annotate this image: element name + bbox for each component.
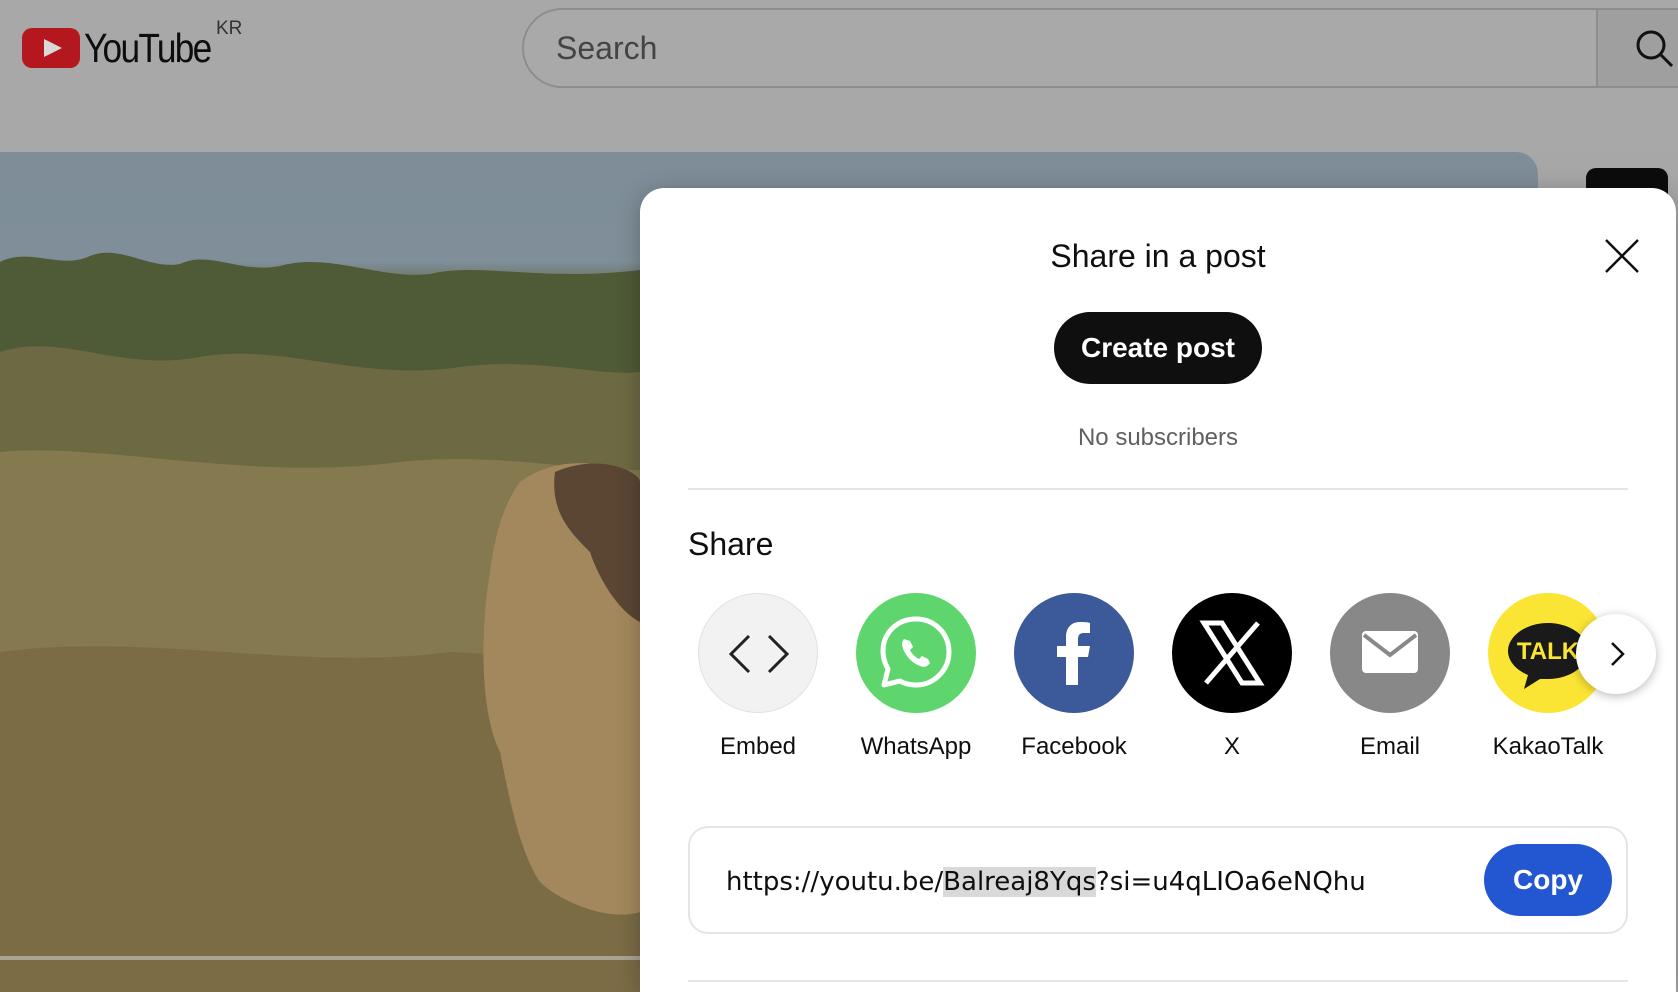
create-post-button[interactable]: Create post	[1054, 312, 1262, 384]
next-targets-button[interactable]	[1576, 614, 1656, 694]
close-button[interactable]	[1592, 226, 1652, 286]
divider	[688, 980, 1628, 982]
share-url[interactable]: https://youtu.be/Balreaj8Yqs?si=u4qLIOa6…	[726, 862, 1366, 902]
url-video-id: Balreaj8Yqs	[943, 867, 1096, 897]
share-label: X	[1223, 733, 1240, 760]
share-targets: Embed WhatsApp Facebook X Email TALK Kak…	[698, 593, 1628, 773]
url-suffix: ?si=u4qLIOa6eNQhuLV	[1095, 867, 1366, 897]
share-label: Email	[1359, 733, 1420, 760]
subscribers-text: No subscribers	[1077, 424, 1239, 451]
share-url-box: https://youtu.be/Balreaj8Yqs?si=u4qLIOa6…	[688, 826, 1628, 934]
share-embed[interactable]: Embed	[698, 593, 818, 761]
share-dialog: Share in a post Create post No subscribe…	[640, 188, 1676, 992]
masthead: YouTube KR	[0, 0, 1678, 152]
share-whatsapp[interactable]: WhatsApp	[856, 593, 976, 761]
country-code: KR	[216, 18, 243, 39]
share-label: Facebook	[1021, 733, 1127, 760]
share-facebook[interactable]: Facebook	[1014, 593, 1134, 761]
youtube-play-icon	[22, 28, 80, 68]
progress-bar[interactable]	[0, 956, 650, 960]
share-label: Embed	[719, 733, 797, 760]
search-bar	[522, 8, 1678, 88]
svg-text:TALK: TALK	[1517, 638, 1580, 665]
embed-icon	[698, 593, 818, 713]
share-label: WhatsApp	[860, 733, 972, 760]
x-icon	[1172, 593, 1292, 713]
copy-button[interactable]: Copy	[1484, 844, 1612, 916]
email-icon	[1330, 593, 1450, 713]
search-icon	[1636, 30, 1674, 68]
close-icon	[1605, 239, 1639, 273]
divider	[688, 488, 1628, 490]
search-button[interactable]	[1596, 10, 1678, 86]
dialog-title: Share in a post	[1050, 238, 1266, 274]
search-input[interactable]	[554, 10, 1554, 86]
share-email[interactable]: Email	[1330, 593, 1450, 761]
whatsapp-icon	[856, 593, 976, 713]
share-x[interactable]: X	[1172, 593, 1292, 761]
youtube-logo[interactable]: YouTube	[22, 24, 231, 71]
share-heading: Share	[688, 526, 774, 562]
url-prefix: https://youtu.be/	[726, 867, 944, 897]
share-label: KakaoTalk	[1492, 733, 1604, 760]
logo-text: YouTube	[84, 24, 212, 71]
facebook-icon	[1014, 593, 1134, 713]
chevron-right-icon	[1611, 642, 1625, 666]
